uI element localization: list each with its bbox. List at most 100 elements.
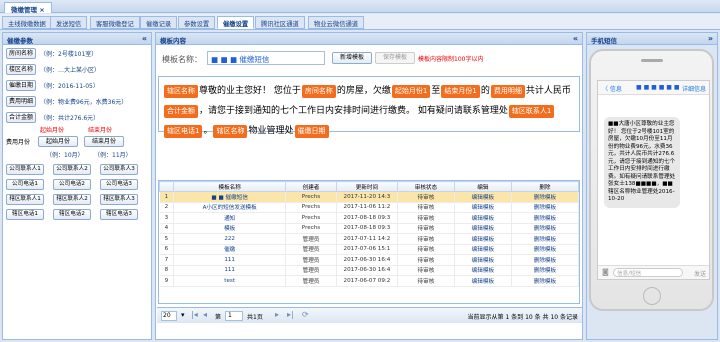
- delete-link[interactable]: 删除模板: [511, 265, 579, 276]
- placeholder-tag[interactable]: 辖区电话1: [164, 125, 203, 138]
- delete-link[interactable]: 删除模板: [511, 202, 579, 213]
- param-row: 楼区名称 （例：…大上某小区）: [6, 64, 100, 75]
- tab-settings[interactable]: 催缴设置: [217, 16, 255, 29]
- send-button[interactable]: 发送: [694, 269, 706, 278]
- last-page-icon[interactable]: ▸|: [287, 310, 294, 319]
- column-header[interactable]: [159, 181, 175, 192]
- collapse-center-icon[interactable]: «: [573, 34, 578, 43]
- home-button[interactable]: [643, 287, 661, 305]
- placeholder-tag[interactable]: 结束月份1: [441, 85, 480, 98]
- contact-param-button[interactable]: 公司电话1: [6, 179, 44, 190]
- contact-param-button[interactable]: 公司电话3: [100, 179, 138, 190]
- next-page-icon[interactable]: ▸: [275, 310, 279, 319]
- template-name-input[interactable]: ■ ■ ■ 催缴短信: [207, 51, 325, 65]
- contact-param-button[interactable]: 辖区电话3: [100, 209, 138, 220]
- placeholder-tag[interactable]: 费用明细: [490, 85, 525, 98]
- edit-link[interactable]: 编辑模板: [454, 191, 512, 203]
- delete-link[interactable]: 删除模板: [511, 254, 579, 266]
- sms-nav-bar: 〈 信息 ■ ■ ■ ■ ■ ■ 详细信息: [598, 81, 709, 95]
- tab-main[interactable]: 主线微缴数据: [2, 16, 52, 29]
- edit-link[interactable]: 编辑模板: [454, 223, 512, 234]
- contact-param-button[interactable]: 公司联系人3: [100, 164, 138, 175]
- placeholder-tag[interactable]: 辖区名称: [164, 85, 198, 98]
- delete-link[interactable]: 删除模板: [511, 244, 579, 255]
- column-header[interactable]: 删除: [510, 181, 579, 192]
- edit-link[interactable]: 编辑模板: [454, 212, 512, 224]
- column-header[interactable]: 更新时间: [335, 181, 398, 192]
- tab-params[interactable]: 参数设置: [178, 16, 216, 29]
- table-row[interactable]: 6 催缴 管理员 2017-07-06 15:1 待审核 编辑模板 删除模板: [159, 244, 579, 255]
- column-header[interactable]: 模板名称: [173, 181, 287, 192]
- contact-param-button[interactable]: 辖区电话1: [6, 209, 44, 220]
- camera-icon[interactable]: ◙: [602, 268, 609, 276]
- edit-link[interactable]: 编辑模板: [454, 233, 512, 245]
- save-template-button[interactable]: 保存模板: [375, 52, 415, 64]
- new-template-button[interactable]: 新增模板: [332, 52, 372, 64]
- tab-bar: 主线微缴数据 发送短信 客服微缴登记 催缴记录 参数设置 催缴设置 腾讯社区通道…: [0, 14, 720, 30]
- placeholder-tag[interactable]: 催缴日期: [294, 125, 329, 138]
- param-hint: （例：…大上某小区）: [40, 67, 101, 74]
- tab-records[interactable]: 催缴记录: [140, 16, 178, 29]
- tab-wechat[interactable]: 物业云微信通道: [308, 16, 365, 29]
- table-row[interactable]: 8 111 管理员 2017-06-30 16:4 待审核 编辑模板 删除模板: [159, 265, 579, 276]
- delete-link[interactable]: 删除模板: [511, 223, 579, 234]
- contact-param-button[interactable]: 辖区联系人3: [100, 194, 138, 205]
- end-month-button[interactable]: 结束月份: [84, 136, 124, 147]
- sms-input[interactable]: 信息/短信: [613, 268, 683, 277]
- placeholder-tag[interactable]: 起始月份1: [391, 85, 431, 98]
- table-row[interactable]: 3 通知 Prechs 2017-08-18 09:3 待审核 编辑模板 删除模板: [159, 212, 579, 224]
- column-header[interactable]: 创建者: [285, 181, 337, 192]
- contact-param-button[interactable]: 公司电话2: [53, 179, 91, 190]
- tab-register[interactable]: 客服微缴登记: [90, 16, 140, 29]
- param-row: 催缴日期 （例：2016-11-05）: [6, 80, 99, 91]
- edit-link[interactable]: 编辑模板: [454, 202, 512, 213]
- edit-link[interactable]: 编辑模板: [454, 254, 512, 266]
- column-header[interactable]: 编辑: [453, 181, 512, 192]
- table-row[interactable]: 5 222 管理员 2017-07-11 14:2 待审核 编辑模板 删除模板: [159, 233, 579, 245]
- delete-link[interactable]: 删除模板: [511, 275, 579, 287]
- delete-link[interactable]: 删除模板: [511, 212, 579, 224]
- delete-link[interactable]: 删除模板: [511, 191, 579, 203]
- back-button[interactable]: 〈 信息: [602, 84, 622, 93]
- table-row[interactable]: 4 模板 Prechs 2017-08-18 09:3 待审核 编辑模板 删除模板: [159, 223, 579, 234]
- placeholder-tag[interactable]: 辖区名称: [213, 125, 248, 138]
- collapse-left-icon[interactable]: «: [142, 34, 147, 43]
- param-button[interactable]: 费用明细: [6, 96, 36, 107]
- placeholder-tag[interactable]: 辖区联系人1: [508, 105, 555, 118]
- refresh-icon[interactable]: ⟳: [302, 310, 309, 319]
- delete-link[interactable]: 删除模板: [511, 233, 579, 245]
- collapse-right-icon[interactable]: »: [708, 34, 713, 43]
- start-month-button[interactable]: 起始月份: [38, 136, 78, 147]
- edit-link[interactable]: 编辑模板: [454, 265, 512, 276]
- contact-param-button[interactable]: 公司联系人2: [53, 164, 91, 175]
- close-icon[interactable]: ×: [39, 6, 44, 14]
- first-page-icon[interactable]: |◂: [191, 310, 198, 319]
- prev-page-icon[interactable]: ◂: [203, 310, 207, 319]
- contact-param-button[interactable]: 辖区联系人1: [6, 194, 44, 205]
- tab-tencent[interactable]: 腾讯社区通道: [255, 16, 305, 29]
- tab-send[interactable]: 发送短信: [50, 16, 88, 29]
- detail-link[interactable]: 详细信息: [682, 84, 706, 93]
- page-size-select[interactable]: 20: [161, 311, 177, 321]
- param-button[interactable]: 楼区名称: [6, 64, 36, 75]
- param-button[interactable]: 催缴日期: [6, 80, 36, 91]
- window-tab[interactable]: 微缴管理 ×: [4, 2, 52, 14]
- placeholder-tag[interactable]: 合计金额: [164, 105, 198, 118]
- edit-link[interactable]: 编辑模板: [454, 275, 512, 287]
- edit-link[interactable]: 编辑模板: [454, 244, 512, 255]
- table-row[interactable]: 7 111 管理员 2017-06-30 16:4 待审核 编辑模板 删除模板: [159, 254, 579, 266]
- fee-month-row: 费用月份 起始月份 结束月份: [6, 136, 124, 147]
- table-row[interactable]: 1 ■ ■ 催缴短信 Prechs 2017-11-20 14:3 待审核 编辑模板 删除模…: [159, 191, 579, 203]
- page-input[interactable]: 1: [225, 311, 243, 321]
- table-row[interactable]: 2 A小区的短信发送模板 Prechs 2017-11-06 11:2 待审核 编辑模板删…: [159, 202, 579, 213]
- contact-param-button[interactable]: 辖区联系人2: [53, 194, 91, 205]
- template-editor[interactable]: 辖区名称 尊敬的业主您好！ 您位于 房间名称 的房屋，欠缴 起始月份1 至结束月份1 的费用…: [158, 76, 580, 138]
- param-button[interactable]: 房间名称: [6, 48, 36, 59]
- contact-param-button[interactable]: 辖区电话2: [53, 209, 91, 220]
- contact-param-button[interactable]: 公司联系人1: [6, 164, 44, 175]
- chevron-down-icon[interactable]: ▾: [181, 311, 185, 319]
- placeholder-tag[interactable]: 房间名称: [301, 85, 336, 98]
- table-row[interactable]: 9 test 管理员 2017-06-07 09:2 待审核 编辑模板 删除模板: [159, 275, 579, 287]
- param-button[interactable]: 合计金额: [6, 112, 36, 123]
- column-header[interactable]: 审核状态: [396, 181, 455, 192]
